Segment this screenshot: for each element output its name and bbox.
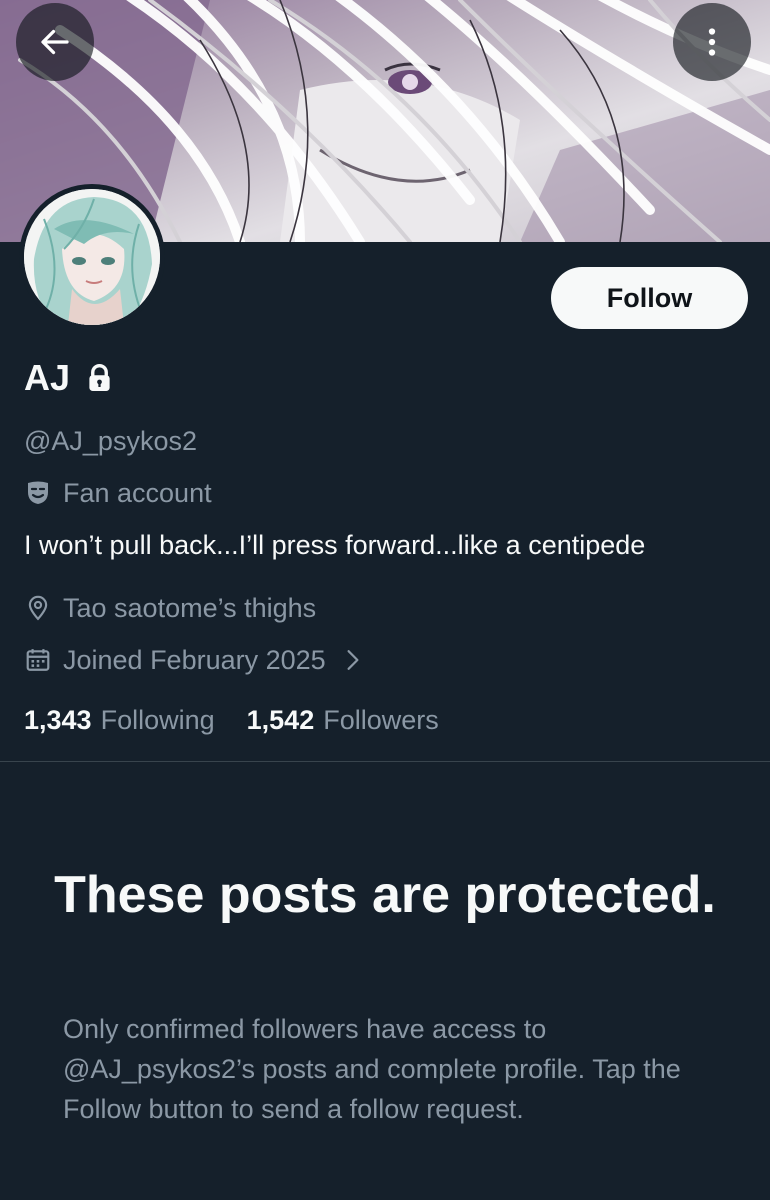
followers-count: 1,542 <box>246 705 315 735</box>
profile-bio: I won’t pull back...I’ll press forward..… <box>24 530 646 560</box>
followers-link[interactable]: 1,542 Followers <box>247 702 439 738</box>
map-pin-icon <box>24 594 52 622</box>
profile-category: Fan account <box>24 475 212 511</box>
following-count: 1,343 <box>24 705 92 735</box>
arrow-left-icon <box>37 24 73 60</box>
avatar-image <box>24 189 160 325</box>
more-options-button[interactable] <box>673 3 751 81</box>
protected-posts-title: These posts are protected. <box>54 866 716 924</box>
theater-masks-icon <box>24 479 52 507</box>
following-link[interactable]: 1,343 Following <box>24 702 215 738</box>
protected-posts-description: Only confirmed followers have access to … <box>63 1014 681 1124</box>
more-vertical-icon <box>694 24 730 60</box>
followers-label: Followers <box>323 705 439 735</box>
divider <box>0 761 770 762</box>
profile-handle: @AJ_psykos2 <box>24 426 197 456</box>
calendar-icon <box>24 646 52 674</box>
follow-button[interactable]: Follow <box>551 267 748 329</box>
location-label: Tao saotome’s thighs <box>63 593 317 623</box>
joined-label: Joined February 2025 <box>63 645 326 675</box>
display-name: AJ <box>24 357 71 398</box>
avatar[interactable] <box>19 184 165 330</box>
chevron-right-icon <box>344 649 362 671</box>
profile-name-row: AJ <box>24 356 113 400</box>
profile-joined-date[interactable]: Joined February 2025 <box>24 642 362 678</box>
profile-location: Tao saotome’s thighs <box>24 590 316 626</box>
follow-counts: 1,343 Following 1,542 Followers <box>24 702 439 738</box>
category-label: Fan account <box>63 478 212 508</box>
following-label: Following <box>100 705 215 735</box>
back-button[interactable] <box>16 3 94 81</box>
lock-icon <box>86 363 113 393</box>
